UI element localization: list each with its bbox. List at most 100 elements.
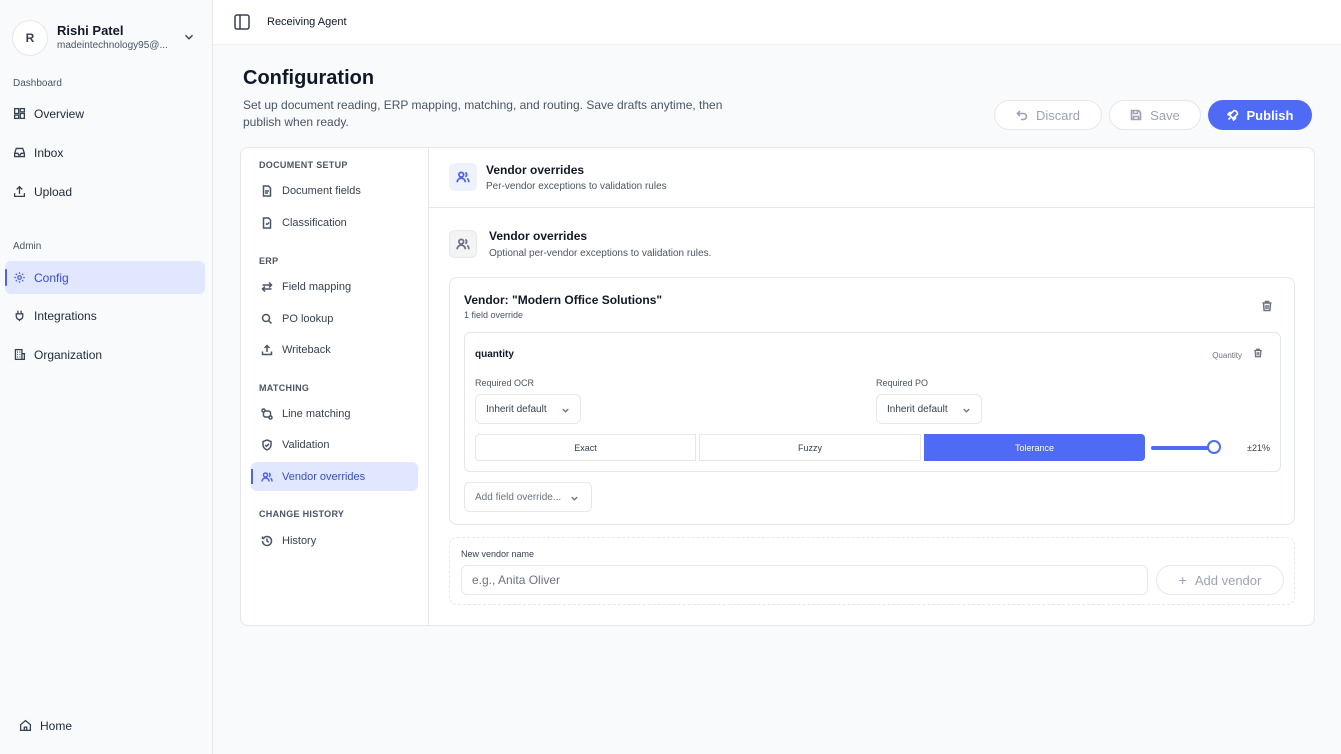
required-po-value: Inherit default bbox=[887, 403, 948, 415]
users-icon bbox=[261, 471, 273, 482]
add-field-override-select[interactable]: Add field override... bbox=[464, 482, 592, 512]
tolerance-value: ±21% bbox=[1247, 443, 1270, 453]
subnav-item-field-mapping[interactable]: Field mapping bbox=[251, 272, 418, 301]
mode-tolerance-button[interactable]: Tolerance bbox=[924, 434, 1145, 461]
sidebar-item-overview[interactable]: Overview bbox=[5, 97, 205, 130]
add-vendor-label: Add vendor bbox=[1194, 572, 1262, 588]
field-name: quantity bbox=[475, 349, 514, 360]
sidebar-item-upload[interactable]: Upload bbox=[5, 175, 205, 208]
dashboard-section-label: Dashboard bbox=[13, 78, 62, 89]
trash-icon[interactable] bbox=[1261, 300, 1273, 312]
sidebar-item-label: Integrations bbox=[34, 308, 97, 323]
mode-exact-button[interactable]: Exact bbox=[475, 434, 696, 461]
subnav-item-po-lookup[interactable]: PO lookup bbox=[251, 304, 418, 333]
subnav-item-writeback[interactable]: Writeback bbox=[251, 335, 418, 364]
sidebar-item-label: Upload bbox=[34, 184, 73, 199]
subnav-item-document-fields[interactable]: Document fields bbox=[251, 176, 418, 205]
discard-button[interactable]: Discard bbox=[994, 100, 1102, 130]
sidebar-item-organization[interactable]: Organization bbox=[5, 338, 205, 371]
subnav-item-vendor-overrides[interactable]: Vendor overrides bbox=[251, 462, 418, 491]
required-ocr-select[interactable]: Inherit default bbox=[475, 394, 581, 424]
chevron-down-icon[interactable] bbox=[182, 30, 196, 44]
sidebar: R Rishi Patel madeintechnology95@... Das… bbox=[0, 0, 213, 754]
add-field-override-label: Add field override... bbox=[475, 491, 562, 503]
required-ocr-label: Required OCR bbox=[475, 378, 535, 388]
mode-fuzzy-button[interactable]: Fuzzy bbox=[699, 434, 921, 461]
vendor-override-card: Vendor: "Modern Office Solutions" 1 fiel… bbox=[449, 277, 1295, 525]
required-po-label: Required PO bbox=[876, 378, 929, 388]
subnav-section-label: CHANGE HISTORY bbox=[259, 509, 345, 519]
search-icon bbox=[261, 313, 273, 324]
required-po-select[interactable]: Inherit default bbox=[876, 394, 982, 424]
users-icon bbox=[456, 238, 470, 250]
subnav-section-label: ERP bbox=[259, 256, 279, 266]
user-email: madeintechnology95@... bbox=[57, 40, 168, 51]
arrows-swap-icon bbox=[261, 281, 273, 292]
field-override-card: quantity Quantity Required OCR Inherit d… bbox=[464, 332, 1281, 472]
page-description: Set up document reading, ERP mapping, ma… bbox=[243, 98, 723, 129]
vendor-title: Vendor: "Modern Office Solutions" bbox=[464, 293, 663, 307]
trash-icon[interactable] bbox=[1253, 348, 1263, 358]
section-subtitle: Optional per-vendor exceptions to valida… bbox=[489, 248, 712, 259]
plus-icon: + bbox=[1178, 572, 1187, 588]
sidebar-item-home[interactable]: Home bbox=[5, 709, 205, 742]
sidebar-item-label: Overview bbox=[34, 106, 85, 121]
inbox-icon bbox=[13, 147, 26, 158]
subnav-item-label: Validation bbox=[282, 438, 330, 451]
new-vendor-input[interactable] bbox=[461, 565, 1148, 595]
upload-icon bbox=[13, 185, 26, 198]
field-type-label: Quantity bbox=[1212, 351, 1242, 360]
subnav-item-classification[interactable]: Classification bbox=[251, 208, 418, 237]
upload-icon bbox=[261, 343, 273, 355]
subnav-item-label: Line matching bbox=[282, 407, 351, 420]
tolerance-slider-fill bbox=[1151, 446, 1214, 450]
subnav-section-label: DOCUMENT SETUP bbox=[259, 160, 348, 170]
sidebar-item-label: Organization bbox=[34, 347, 103, 362]
history-icon bbox=[261, 535, 273, 546]
sidebar-item-label: Inbox bbox=[34, 145, 64, 160]
sidebar-toggle-icon[interactable] bbox=[233, 13, 251, 31]
save-button[interactable]: Save bbox=[1109, 100, 1201, 130]
subnav-item-history[interactable]: History bbox=[251, 526, 418, 555]
chevron-down-icon bbox=[562, 408, 569, 413]
config-subnav: DOCUMENT SETUP Document fields Classific… bbox=[241, 148, 429, 625]
subnav-item-label: Field mapping bbox=[282, 280, 352, 293]
section-title: Vendor overrides bbox=[489, 229, 588, 243]
publish-button[interactable]: Publish bbox=[1208, 100, 1312, 130]
subnav-item-label: Classification bbox=[282, 216, 347, 229]
users-icon bbox=[456, 171, 470, 183]
panel-title: Vendor overrides bbox=[486, 163, 585, 177]
subnav-item-validation[interactable]: Validation bbox=[251, 430, 418, 459]
subnav-item-label: Writeback bbox=[282, 343, 331, 356]
discard-label: Discard bbox=[1035, 107, 1081, 123]
chevron-down-icon bbox=[963, 408, 970, 413]
git-compare-icon bbox=[261, 407, 273, 420]
panel-subtitle: Per-vendor exceptions to validation rule… bbox=[486, 181, 667, 192]
sidebar-item-inbox[interactable]: Inbox bbox=[5, 136, 205, 169]
config-card: DOCUMENT SETUP Document fields Classific… bbox=[240, 147, 1315, 626]
subnav-item-line-matching[interactable]: Line matching bbox=[251, 399, 418, 428]
sidebar-item-integrations[interactable]: Integrations bbox=[5, 299, 205, 332]
file-icon bbox=[262, 216, 272, 229]
rocket-icon bbox=[1226, 109, 1238, 121]
vendor-override-count: 1 field override bbox=[464, 310, 524, 320]
sidebar-item-label: Config bbox=[34, 270, 69, 285]
save-label: Save bbox=[1150, 107, 1180, 123]
tolerance-slider-handle[interactable] bbox=[1207, 440, 1221, 454]
user-name: Rishi Patel bbox=[57, 23, 124, 38]
publish-label: Publish bbox=[1246, 107, 1294, 123]
sidebar-item-config[interactable]: Config bbox=[5, 261, 205, 294]
admin-section-label: Admin bbox=[13, 241, 42, 252]
user-menu[interactable]: R Rishi Patel madeintechnology95@... bbox=[12, 18, 202, 58]
subnav-item-label: PO lookup bbox=[282, 312, 334, 325]
undo-icon bbox=[1016, 110, 1028, 121]
shield-check-icon bbox=[262, 438, 272, 451]
home-icon bbox=[19, 719, 32, 732]
building-icon bbox=[14, 348, 26, 361]
subnav-item-label: Vendor overrides bbox=[282, 470, 366, 483]
panel-icon bbox=[449, 163, 477, 191]
new-vendor-label: New vendor name bbox=[461, 549, 535, 559]
page-title: Configuration bbox=[243, 67, 375, 89]
grid-icon bbox=[13, 107, 26, 120]
add-vendor-button[interactable]: + Add vendor bbox=[1156, 565, 1284, 595]
